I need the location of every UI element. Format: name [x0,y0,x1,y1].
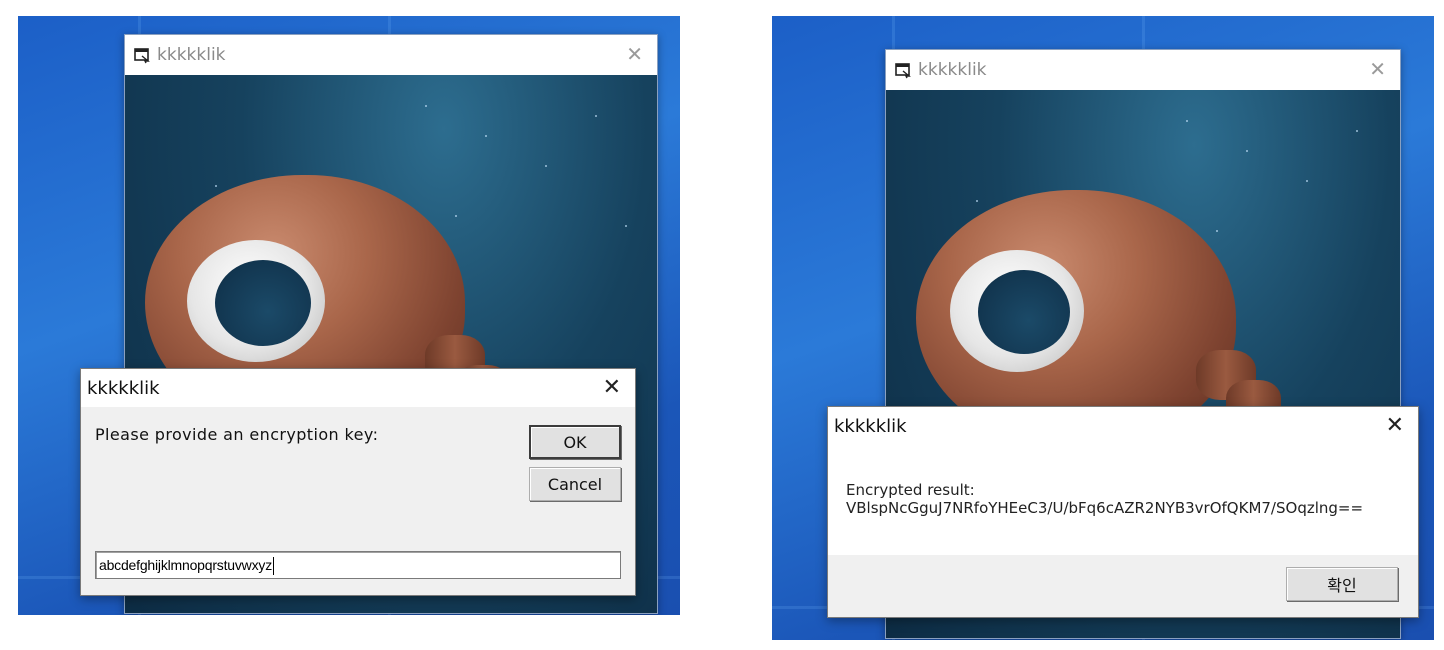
image-window-title: kkkkklik [157,45,226,65]
app-window-icon [895,63,911,79]
ok-button[interactable]: OK [529,425,621,459]
dialog-titlebar[interactable]: kkkkklik ✕ [828,407,1418,445]
text-caret [273,557,274,576]
dialog-title: kkkkklik [87,377,160,399]
image-window-titlebar[interactable]: kkkkklik ✕ [886,50,1400,90]
desktop-background-left: kkkkklik ✕ kkkkklik ✕ Please provide an … [18,16,680,615]
result-label: Encrypted result: [846,481,975,499]
input-value: abcdefghijklmnopqrstuvwxyz [99,557,272,573]
dialog-title: kkkkklik [834,415,907,437]
cancel-button[interactable]: Cancel [529,467,621,501]
encrypted-result-dialog[interactable]: kkkkklik ✕ Encrypted result: VBlspNcGguJ… [827,406,1419,618]
app-window-icon [134,48,150,64]
result-message: Encrypted result: VBlspNcGguJ7NRfoYHEeC3… [846,481,1363,517]
close-icon[interactable]: ✕ [1369,59,1386,79]
close-icon[interactable]: ✕ [626,44,643,64]
result-value: VBlspNcGguJ7NRfoYHEeC3/U/bFq6cAZR2NYB3vr… [846,499,1364,517]
image-window-title: kkkkklik [918,60,987,80]
encryption-key-input[interactable]: abcdefghijklmnopqrstuvwxyz [95,551,621,579]
confirm-button[interactable]: 확인 [1286,567,1398,601]
message-area: Encrypted result: VBlspNcGguJ7NRfoYHEeC3… [828,445,1418,555]
dialog-footer: 확인 [828,555,1418,617]
prompt-label: Please provide an encryption key: [95,425,379,444]
image-window-titlebar[interactable]: kkkkklik ✕ [125,35,657,75]
close-icon[interactable]: ✕ [603,377,621,399]
close-icon[interactable]: ✕ [1386,415,1404,437]
desktop-background-right: kkkkklik ✕ kkkkklik ✕ Encrypted result: … [772,16,1434,640]
encryption-key-dialog[interactable]: kkkkklik ✕ Please provide an encryption … [80,368,636,596]
dialog-titlebar[interactable]: kkkkklik ✕ [81,369,635,407]
